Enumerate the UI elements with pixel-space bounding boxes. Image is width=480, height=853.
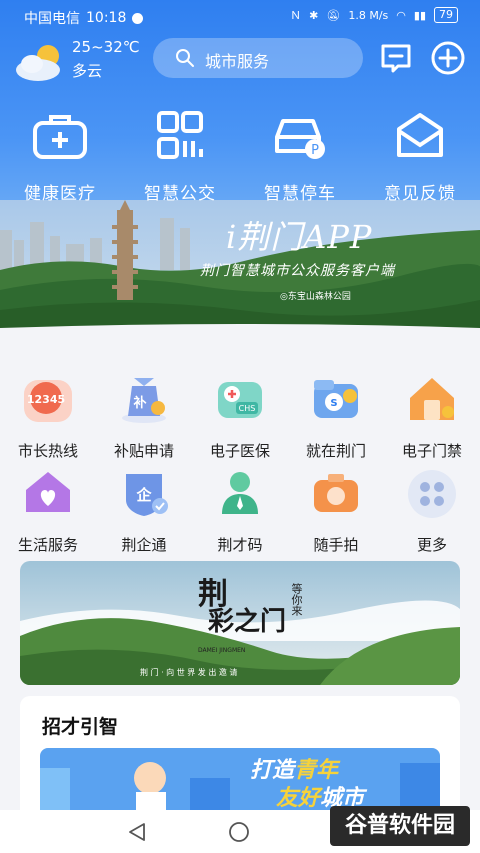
sun-cloud-icon	[16, 45, 60, 81]
quick-service-parking[interactable]: P 智慧停车	[240, 105, 360, 204]
promo-caption: 荆 门 · 向 世 界 发 出 邀 请	[140, 668, 238, 677]
mute-icon: 🔕︎	[326, 8, 341, 22]
nfc-icon: Ｎ	[290, 9, 302, 22]
banner-title: i荆门APP	[226, 218, 373, 256]
mail-feedback-icon	[397, 113, 443, 157]
medical-kit-icon	[33, 115, 87, 159]
banner-subtitle: 荆门智慧城市公众服务客户端	[200, 263, 395, 279]
hotline-12345-icon: 12345	[24, 380, 72, 422]
search-bar[interactable]: 城市服务	[153, 38, 363, 78]
enterprise-shield-icon: 企	[126, 474, 168, 516]
more-grid-icon	[408, 470, 456, 518]
promo-banner[interactable]: 荆 彩之门 等你来 DAMEI JINGMEN 荆 门 · 向 世 界 发 出 …	[20, 561, 460, 685]
recruit-title: 招才引智	[42, 716, 119, 738]
banner-caption: ◎东宝山森林公园	[280, 292, 351, 302]
quick-service-feedback[interactable]: 意见反馈	[360, 105, 480, 204]
service-snapshot[interactable]: 随手拍	[288, 466, 384, 556]
bluetooth-icon: ✱	[309, 8, 319, 22]
service-e-medical[interactable]: CHS 电子医保	[192, 372, 288, 462]
camera-icon	[314, 474, 358, 512]
service-label: 就在荆门	[305, 442, 366, 460]
clock: 10:18	[86, 10, 127, 26]
add-icon[interactable]	[430, 40, 466, 76]
service-label: 市长热线	[17, 442, 78, 460]
recruit-slogan-highlight: 友好	[276, 786, 321, 811]
service-label: 荆才码	[217, 536, 263, 554]
service-label: 荆企通	[121, 536, 167, 554]
promo-title-2: 彩之门	[208, 607, 287, 637]
weather-condition: 多云	[72, 62, 103, 80]
service-label: 随手拍	[313, 536, 359, 554]
quick-service-bus[interactable]: 智慧公交	[120, 105, 240, 204]
battery-icon: 79	[434, 7, 458, 23]
promo-side-text: 等你来	[290, 583, 303, 616]
service-label: 补贴申请	[113, 442, 174, 460]
watermark-logo: 谷普软件园	[330, 806, 470, 846]
search-placeholder: 城市服务	[205, 52, 270, 71]
service-more[interactable]: 更多	[384, 466, 480, 556]
service-label: 电子门禁	[401, 442, 462, 460]
service-label: 更多	[416, 536, 447, 554]
quick-service-label: 智慧公交	[144, 184, 216, 204]
status-bar: 中国电信 10:18 Ｎ ✱ 🔕︎ 1.8 M/s ◠ ▮▮ 79	[0, 0, 480, 34]
qr-code-icon	[157, 111, 203, 159]
service-door-access[interactable]: 电子门禁	[384, 372, 480, 462]
promo-pinyin: DAMEI JINGMEN	[198, 647, 246, 654]
service-jobs[interactable]: S 就在荆门	[288, 372, 384, 462]
carrier-label: 中国电信	[24, 11, 80, 27]
service-life[interactable]: 生活服务	[0, 466, 96, 556]
network-speed: 1.8 M/s	[348, 8, 389, 22]
quick-service-label: 智慧停车	[264, 184, 336, 204]
svg-text:补: 补	[132, 395, 146, 411]
parking-car-icon: P	[275, 119, 325, 159]
talent-person-icon	[222, 472, 258, 514]
service-enterprise[interactable]: 企 荆企通	[96, 466, 192, 556]
service-label: 电子医保	[209, 442, 270, 460]
employment-folder-icon: S	[314, 380, 358, 418]
quick-service-label: 意见反馈	[384, 184, 456, 204]
service-talent-code[interactable]: 荆才码	[192, 466, 288, 556]
search-icon	[176, 49, 194, 67]
life-house-heart-icon	[26, 472, 70, 512]
svg-text:12345: 12345	[27, 393, 65, 406]
home-icon[interactable]	[228, 821, 250, 843]
notification-icon	[132, 12, 144, 24]
chs-card-icon: CHS	[218, 382, 262, 418]
subsidy-bag-icon: 补	[122, 378, 166, 423]
door-access-house-icon	[410, 378, 454, 420]
header-hero: 中国电信 10:18 Ｎ ✱ 🔕︎ 1.8 M/s ◠ ▮▮ 79 25~32℃…	[0, 0, 480, 345]
quick-service-health[interactable]: 健康医疗	[0, 105, 120, 204]
svg-text:S: S	[330, 398, 337, 409]
weather-temperature: 25~32℃	[72, 38, 140, 56]
service-mayor-hotline[interactable]: 12345 市长热线	[0, 372, 96, 462]
svg-text:P: P	[311, 143, 319, 158]
service-subsidy[interactable]: 补 补贴申请	[96, 372, 192, 462]
svg-text:企: 企	[135, 486, 152, 504]
back-icon[interactable]	[126, 821, 148, 843]
message-icon[interactable]	[378, 40, 414, 76]
wifi-icon: ◠	[396, 8, 406, 22]
service-label: 生活服务	[17, 536, 78, 554]
svg-text:CHS: CHS	[239, 404, 256, 413]
weather-widget[interactable]: 25~32℃ 多云	[14, 38, 154, 82]
quick-service-label: 健康医疗	[24, 184, 96, 204]
signal-icon: ▮▮	[413, 8, 426, 22]
